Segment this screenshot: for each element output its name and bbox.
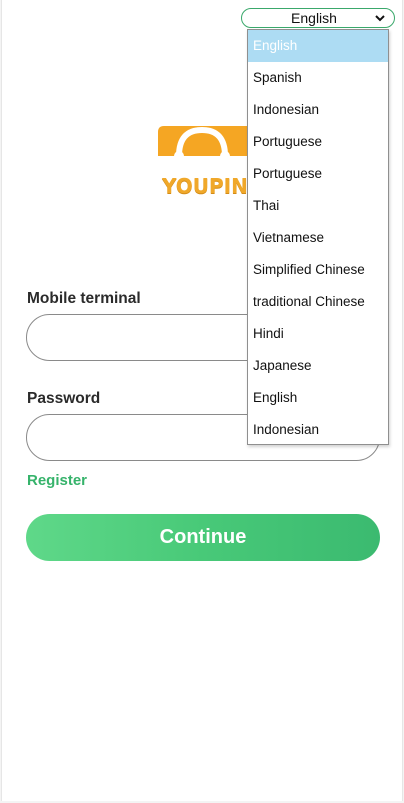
language-option[interactable]: Spanish	[248, 62, 388, 94]
password-label: Password	[27, 390, 101, 407]
app-logo: YOUPIN	[152, 122, 262, 212]
language-select-value: English	[291, 10, 337, 26]
language-options-list: English Spanish Indonesian Portuguese Po…	[247, 29, 389, 445]
language-option[interactable]: Indonesian	[248, 414, 388, 446]
language-option[interactable]: English	[248, 30, 388, 62]
language-select[interactable]: English	[241, 8, 395, 28]
logo-text: YOUPIN	[162, 174, 248, 198]
mobile-label: Mobile terminal	[27, 290, 141, 307]
language-option[interactable]: Portuguese	[248, 158, 388, 190]
language-option[interactable]: Japanese	[248, 350, 388, 382]
language-option[interactable]: Thai	[248, 190, 388, 222]
login-page: English English Spanish Indonesian Portu…	[1, 0, 403, 801]
chevron-down-icon	[375, 15, 385, 22]
language-option[interactable]: traditional Chinese	[248, 286, 388, 318]
shopping-bag-icon	[158, 126, 256, 161]
language-option[interactable]: Simplified Chinese	[248, 254, 388, 286]
language-option[interactable]: Portuguese	[248, 126, 388, 158]
language-option[interactable]: Hindi	[248, 318, 388, 350]
register-link[interactable]: Register	[27, 472, 87, 489]
language-option[interactable]: English	[248, 382, 388, 414]
language-option[interactable]: Vietnamese	[248, 222, 388, 254]
continue-button[interactable]: Continue	[26, 514, 380, 561]
language-option[interactable]: Indonesian	[248, 94, 388, 126]
